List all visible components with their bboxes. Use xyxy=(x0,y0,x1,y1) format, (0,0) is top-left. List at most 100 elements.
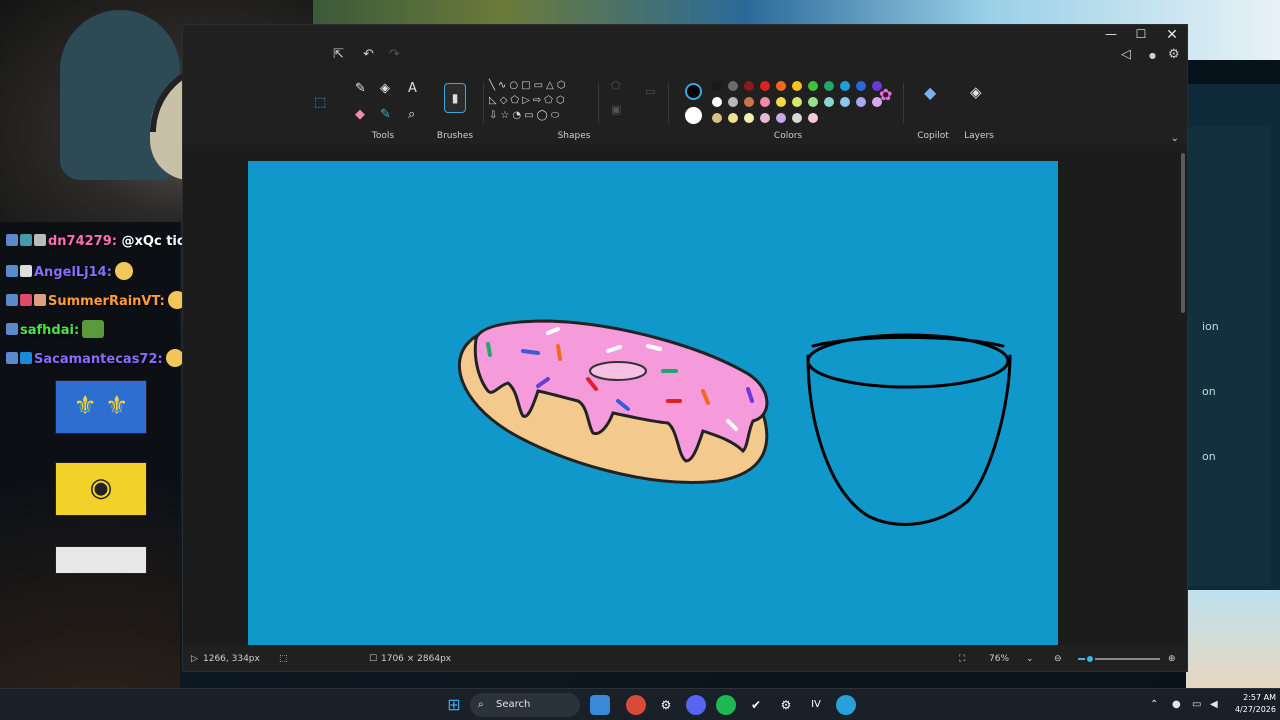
drawing-canvas[interactable] xyxy=(248,161,1058,645)
paint-window: ⇱ ↶ ↷ — ☐ ✕ ◁ ● ⚙ ⬚ ✎ ◈ A ◆ ✎ ⌕ Tools ▮ … xyxy=(182,24,1188,672)
twitch-badge-icon xyxy=(6,234,18,246)
color-swatch[interactable] xyxy=(840,81,850,91)
shape-fill-icon[interactable]: ▣ xyxy=(611,103,621,116)
app-icon[interactable]: IV xyxy=(806,695,826,715)
undo-icon[interactable]: ↶ xyxy=(363,47,374,62)
mic-icon[interactable]: ● xyxy=(1172,699,1181,710)
shape-size-icon[interactable]: ▭ xyxy=(645,85,655,98)
copilot-icon[interactable]: ◆ xyxy=(924,83,936,102)
zoom-slider-knob[interactable] xyxy=(1085,654,1095,664)
magnifier-icon[interactable]: ⌕ xyxy=(408,107,415,122)
tools-label: Tools xyxy=(371,131,395,141)
color-swatch[interactable] xyxy=(744,81,754,91)
background-window[interactable]: ion on on xyxy=(1186,60,1280,590)
divider xyxy=(668,83,669,123)
volume-icon[interactable]: ◀ xyxy=(1210,699,1218,710)
background-window-label: ion xyxy=(1202,320,1219,333)
layers-label: Layers xyxy=(964,131,994,141)
color-swatch[interactable] xyxy=(776,81,786,91)
vertical-scrollbar[interactable] xyxy=(1181,153,1185,313)
color-swatch[interactable] xyxy=(712,81,722,91)
paint-app-icon[interactable] xyxy=(836,695,856,715)
color-swatch[interactable] xyxy=(792,113,802,123)
status-bar: ▷ 1266, 334px ⬚ ☐ 1706 × 2864px ⛶ 76% ⌄ … xyxy=(183,647,1187,671)
wallpaper-corner xyxy=(1186,590,1280,690)
maximize-button[interactable]: ☐ xyxy=(1126,27,1156,45)
color-swatch[interactable] xyxy=(728,81,738,91)
color-swatch[interactable] xyxy=(824,81,834,91)
zoom-out-icon[interactable]: ⊖ xyxy=(1054,654,1062,664)
fill-icon[interactable]: ◈ xyxy=(380,81,390,96)
settings-icon[interactable]: ⚙ xyxy=(1168,47,1180,62)
chrome-icon[interactable] xyxy=(626,695,646,715)
divider xyxy=(598,83,599,123)
chat-message: safhdai: xyxy=(6,320,105,338)
ribbon-collapse-icon[interactable]: ⌄ xyxy=(1171,133,1179,144)
color-swatch[interactable] xyxy=(760,81,770,91)
settings-app-icon[interactable]: ⚙ xyxy=(776,695,796,715)
spotify-icon[interactable] xyxy=(716,695,736,715)
primary-color-swatch[interactable] xyxy=(685,83,702,100)
file-explorer-icon[interactable] xyxy=(590,695,610,715)
color-swatch[interactable] xyxy=(712,113,722,123)
color-swatch[interactable] xyxy=(808,97,818,107)
color-swatch[interactable] xyxy=(792,97,802,107)
chat-overlay: dn74279: @xQc tickle him pls AngelLj14: … xyxy=(0,222,264,697)
badge-icon xyxy=(20,352,32,364)
color-swatch[interactable] xyxy=(808,113,818,123)
brushes-label: Brushes xyxy=(436,131,474,141)
color-swatch[interactable] xyxy=(760,97,770,107)
color-swatch[interactable] xyxy=(728,113,738,123)
color-swatch[interactable] xyxy=(760,113,770,123)
color-swatch[interactable] xyxy=(776,97,786,107)
dragon-icon: ◉ xyxy=(89,473,113,503)
discord-icon[interactable] xyxy=(686,695,706,715)
color-swatch[interactable] xyxy=(792,81,802,91)
shapes-gallery[interactable]: ╲∿○□▭△⬡ ◺◇⬠▷⇨⬠⬡ ⇩☆◔▭◯⬭ xyxy=(489,78,594,124)
color-swatch[interactable] xyxy=(824,97,834,107)
text-icon[interactable]: A xyxy=(408,81,417,96)
color-wheel-icon[interactable]: ✿ xyxy=(879,85,892,104)
flag-dragon: ◉ xyxy=(55,462,147,516)
color-swatch[interactable] xyxy=(856,81,866,91)
cursor-position: 1266, 334px xyxy=(203,654,260,664)
app-icon[interactable]: ⚙ xyxy=(656,695,676,715)
background-window-label: on xyxy=(1202,385,1216,398)
minimize-button[interactable]: — xyxy=(1096,27,1126,45)
close-button[interactable]: ✕ xyxy=(1157,27,1187,45)
notifications-icon[interactable]: ◁ xyxy=(1121,47,1131,62)
fleur-de-lis-icon: ⚜ ⚜ xyxy=(73,391,129,421)
redo-icon[interactable]: ↷ xyxy=(389,47,400,62)
secondary-color-swatch[interactable] xyxy=(685,107,702,124)
twitch-badge-icon xyxy=(6,323,18,335)
color-swatch[interactable] xyxy=(744,97,754,107)
shape-outline-icon[interactable]: ⬠ xyxy=(611,79,621,92)
color-picker-icon[interactable]: ✎ xyxy=(380,107,391,122)
clock[interactable]: 2:57 AM 4/27/2026 xyxy=(1228,692,1276,716)
account-icon[interactable]: ● xyxy=(1149,51,1156,60)
zoom-dropdown-icon[interactable]: ⌄ xyxy=(1026,654,1034,664)
color-swatch[interactable] xyxy=(712,97,722,107)
brushes-button[interactable]: ▮ xyxy=(444,83,466,113)
color-swatch[interactable] xyxy=(776,113,786,123)
color-swatch[interactable] xyxy=(840,97,850,107)
steam-icon[interactable]: ✔ xyxy=(746,695,766,715)
tray-overflow-icon[interactable]: ⌃ xyxy=(1150,699,1158,710)
layers-icon[interactable]: ◈ xyxy=(970,83,982,101)
frog-emote-icon xyxy=(82,320,105,338)
desktop: ion on on dn74279: @xQc tickle him pls A… xyxy=(0,0,1280,720)
zoom-in-icon[interactable]: ⊕ xyxy=(1168,654,1176,664)
taskbar-search[interactable]: ⌕ Search xyxy=(470,693,580,717)
color-swatch[interactable] xyxy=(856,97,866,107)
pencil-icon[interactable]: ✎ xyxy=(355,81,366,96)
network-icon[interactable]: ▭ xyxy=(1192,699,1201,710)
zoom-level[interactable]: 76% xyxy=(989,654,1009,664)
drawing xyxy=(457,319,1012,526)
color-swatch[interactable] xyxy=(744,113,754,123)
fit-to-window-icon[interactable]: ⛶ xyxy=(959,654,965,664)
share-icon[interactable]: ⇱ xyxy=(333,47,344,62)
eraser-icon[interactable]: ◆ xyxy=(355,107,365,122)
color-swatch[interactable] xyxy=(808,81,818,91)
color-swatch[interactable] xyxy=(728,97,738,107)
windows-start-icon[interactable]: ⊞ xyxy=(444,695,464,715)
